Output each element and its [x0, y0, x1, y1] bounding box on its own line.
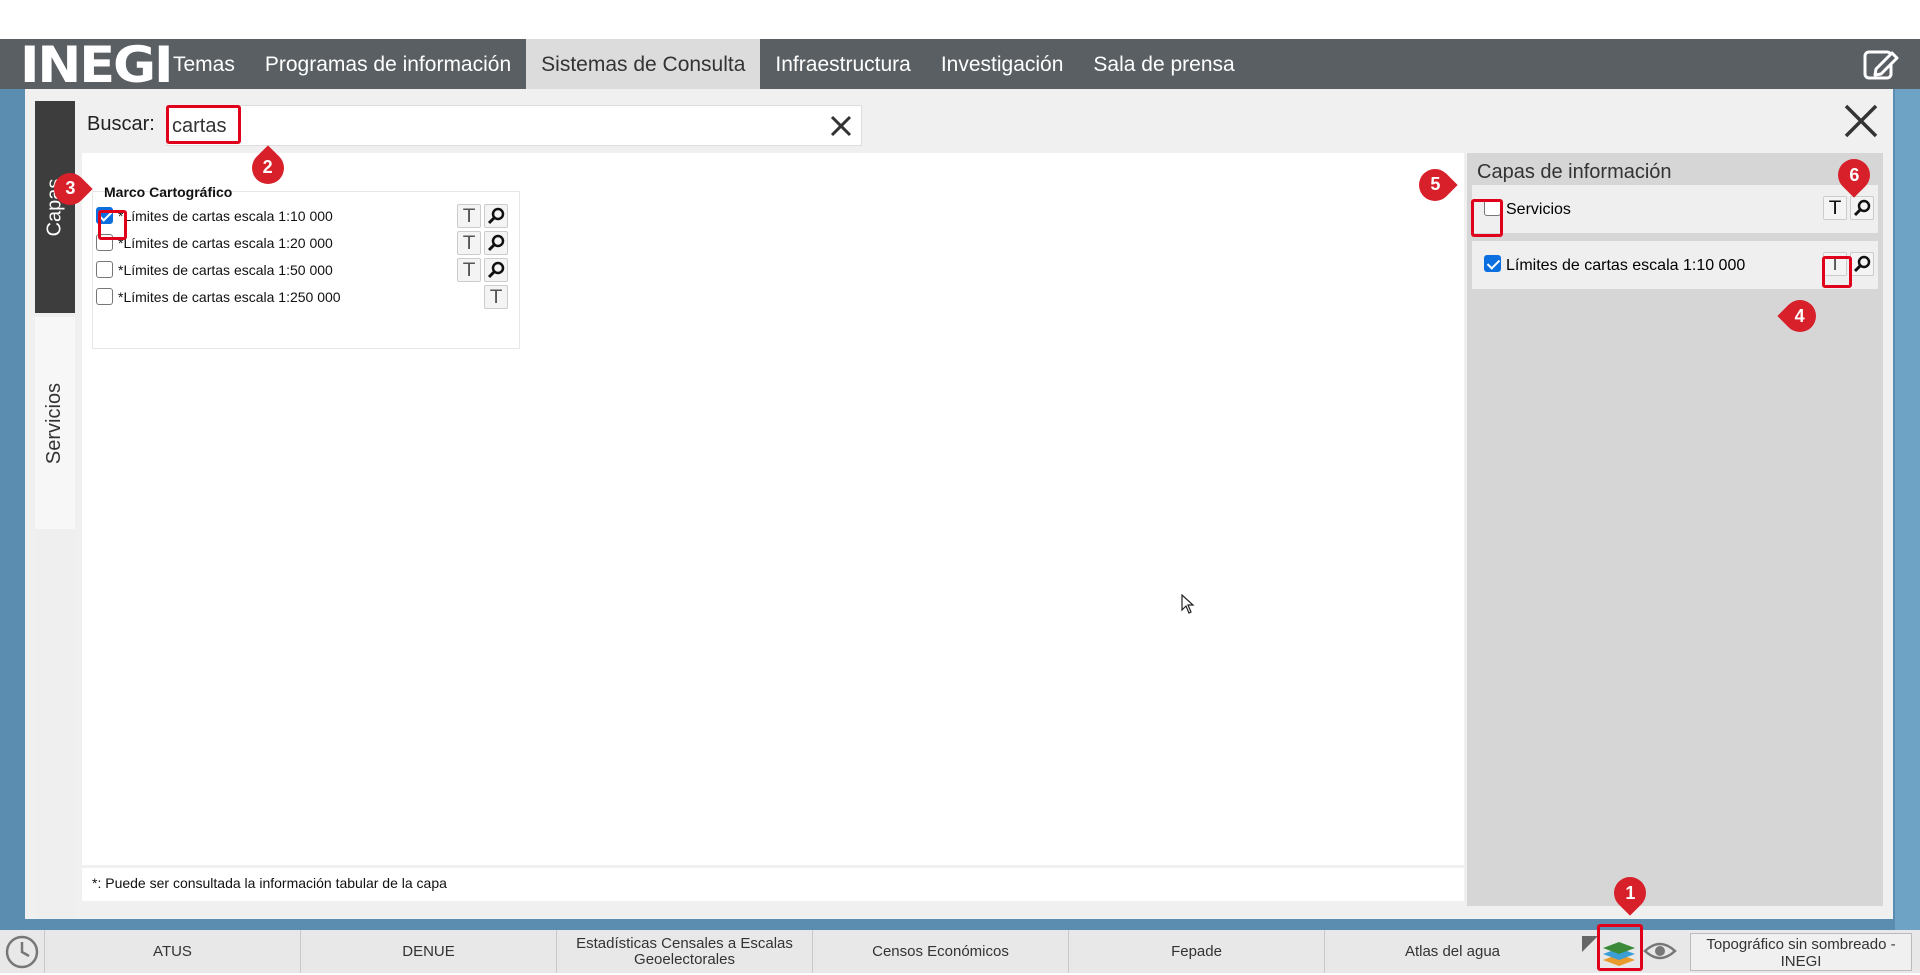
highlight-layers-button	[1597, 924, 1643, 971]
tab-servicios[interactable]: Servicios	[35, 317, 75, 529]
layer-checkbox[interactable]	[96, 288, 113, 305]
table-icon[interactable]: T	[1823, 196, 1847, 220]
nav-temas[interactable]: Temas	[158, 39, 250, 89]
annotation-number: 2	[262, 157, 274, 178]
highlight-table-button	[1822, 256, 1852, 288]
highlight-checkbox	[98, 210, 127, 240]
highlight-services-checkbox	[1471, 199, 1503, 237]
mouse-cursor-icon	[1181, 593, 1195, 614]
layer-name: Límites de cartas escala 1:20 000	[123, 235, 333, 251]
annotation-number: 5	[1429, 174, 1441, 195]
top-navigation-bar: INEGI Temas Programas de información Sis…	[0, 39, 1920, 91]
bottom-item-atus[interactable]: ATUS	[44, 930, 300, 973]
info-panel-title: Capas de información	[1477, 161, 1672, 183]
eye-icon[interactable]	[1643, 939, 1677, 963]
tab-capas[interactable]: Capas	[35, 101, 75, 313]
table-icon[interactable]: T	[484, 285, 508, 309]
magnifier-icon[interactable]	[1850, 252, 1874, 276]
tab-servicios-label: Servicios	[43, 382, 66, 464]
basemap-selector[interactable]: Topográfico sin sombreado - INEGI	[1690, 933, 1912, 971]
annotation-number: 4	[1794, 305, 1806, 326]
layer-row: *Límites de cartas escala 1:10 000 T	[96, 203, 508, 229]
table-icon[interactable]: T	[457, 231, 481, 255]
bottom-item-denue[interactable]: DENUE	[300, 930, 556, 973]
main-nav: Temas Programas de información Sistemas …	[158, 39, 1250, 89]
search-results: Marco Cartográfico *Límites de cartas es…	[82, 153, 1464, 865]
clear-search-icon[interactable]	[827, 112, 855, 140]
edit-icon[interactable]	[1862, 45, 1900, 83]
footnote: *: Puede ser consultada la información t…	[82, 868, 1464, 901]
nav-sala-prensa[interactable]: Sala de prensa	[1078, 39, 1249, 89]
table-icon[interactable]: T	[457, 204, 481, 228]
layer-label: *Límites de cartas escala 1:250 000	[118, 289, 341, 305]
annotation-number: 6	[1848, 164, 1860, 185]
bottom-item-atlas[interactable]: Atlas del agua	[1324, 930, 1580, 973]
inegi-logo[interactable]: INEGI	[20, 39, 174, 91]
search-box	[166, 105, 862, 146]
magnifier-icon[interactable]	[484, 231, 508, 255]
layer-label: *Límites de cartas escala 1:50 000	[118, 262, 333, 278]
nav-programas[interactable]: Programas de información	[250, 39, 526, 89]
layer-name: Límites de cartas escala 1:10 000	[123, 208, 333, 224]
layers-panel: Capas Servicios Buscar: Marco Cartográfi…	[25, 89, 1893, 919]
info-layer-label: Servicios	[1506, 201, 1571, 218]
magnifier-icon[interactable]	[1850, 196, 1874, 220]
map-edge	[1895, 89, 1920, 930]
bottom-item-censos[interactable]: Censos Económicos	[812, 930, 1068, 973]
layer-name: Límites de cartas escala 1:50 000	[123, 262, 333, 278]
table-icon[interactable]: T	[457, 258, 481, 282]
close-panel-icon[interactable]	[1843, 103, 1879, 139]
info-layers-panel: Capas de información Servicios T Límites…	[1467, 153, 1883, 906]
layer-checkbox[interactable]	[96, 261, 113, 278]
search-label: Buscar:	[87, 113, 155, 135]
annotation-number: 3	[64, 178, 76, 199]
info-layer-label: Límites de cartas escala 1:10 000	[1506, 257, 1746, 274]
bottom-item-estadisticas[interactable]: Estadísticas Censales a Escalas Geoelect…	[556, 930, 812, 973]
clock-icon[interactable]	[4, 934, 40, 970]
magnifier-icon[interactable]	[484, 204, 508, 228]
layer-checkbox[interactable]	[1484, 255, 1501, 272]
nav-investigacion[interactable]: Investigación	[926, 39, 1079, 89]
group-title: Marco Cartográfico	[104, 184, 233, 200]
info-layer-row: Servicios T	[1472, 185, 1878, 233]
search-bar: Buscar:	[81, 101, 1893, 151]
layer-label: *Límites de cartas escala 1:20 000	[118, 235, 333, 251]
side-tabs: Capas Servicios	[35, 101, 75, 919]
layer-label: *Límites de cartas escala 1:10 000	[118, 208, 333, 224]
search-input[interactable]	[172, 110, 792, 142]
nav-infraestructura[interactable]: Infraestructura	[760, 39, 925, 89]
layer-row: *Límites de cartas escala 1:250 000 T	[96, 284, 508, 310]
highlight-search	[166, 105, 241, 144]
bottom-item-fepade[interactable]: Fepade	[1068, 930, 1324, 973]
annotation-number: 1	[1624, 882, 1636, 903]
info-layer-row: Límites de cartas escala 1:10 000 T	[1472, 241, 1878, 289]
layer-name: Límites de cartas escala 1:250 000	[123, 289, 341, 305]
magnifier-icon[interactable]	[484, 258, 508, 282]
nav-sistemas-consulta[interactable]: Sistemas de Consulta	[526, 39, 761, 89]
layer-row: *Límites de cartas escala 1:20 000 T	[96, 230, 508, 256]
layer-row: *Límites de cartas escala 1:50 000 T	[96, 257, 508, 283]
